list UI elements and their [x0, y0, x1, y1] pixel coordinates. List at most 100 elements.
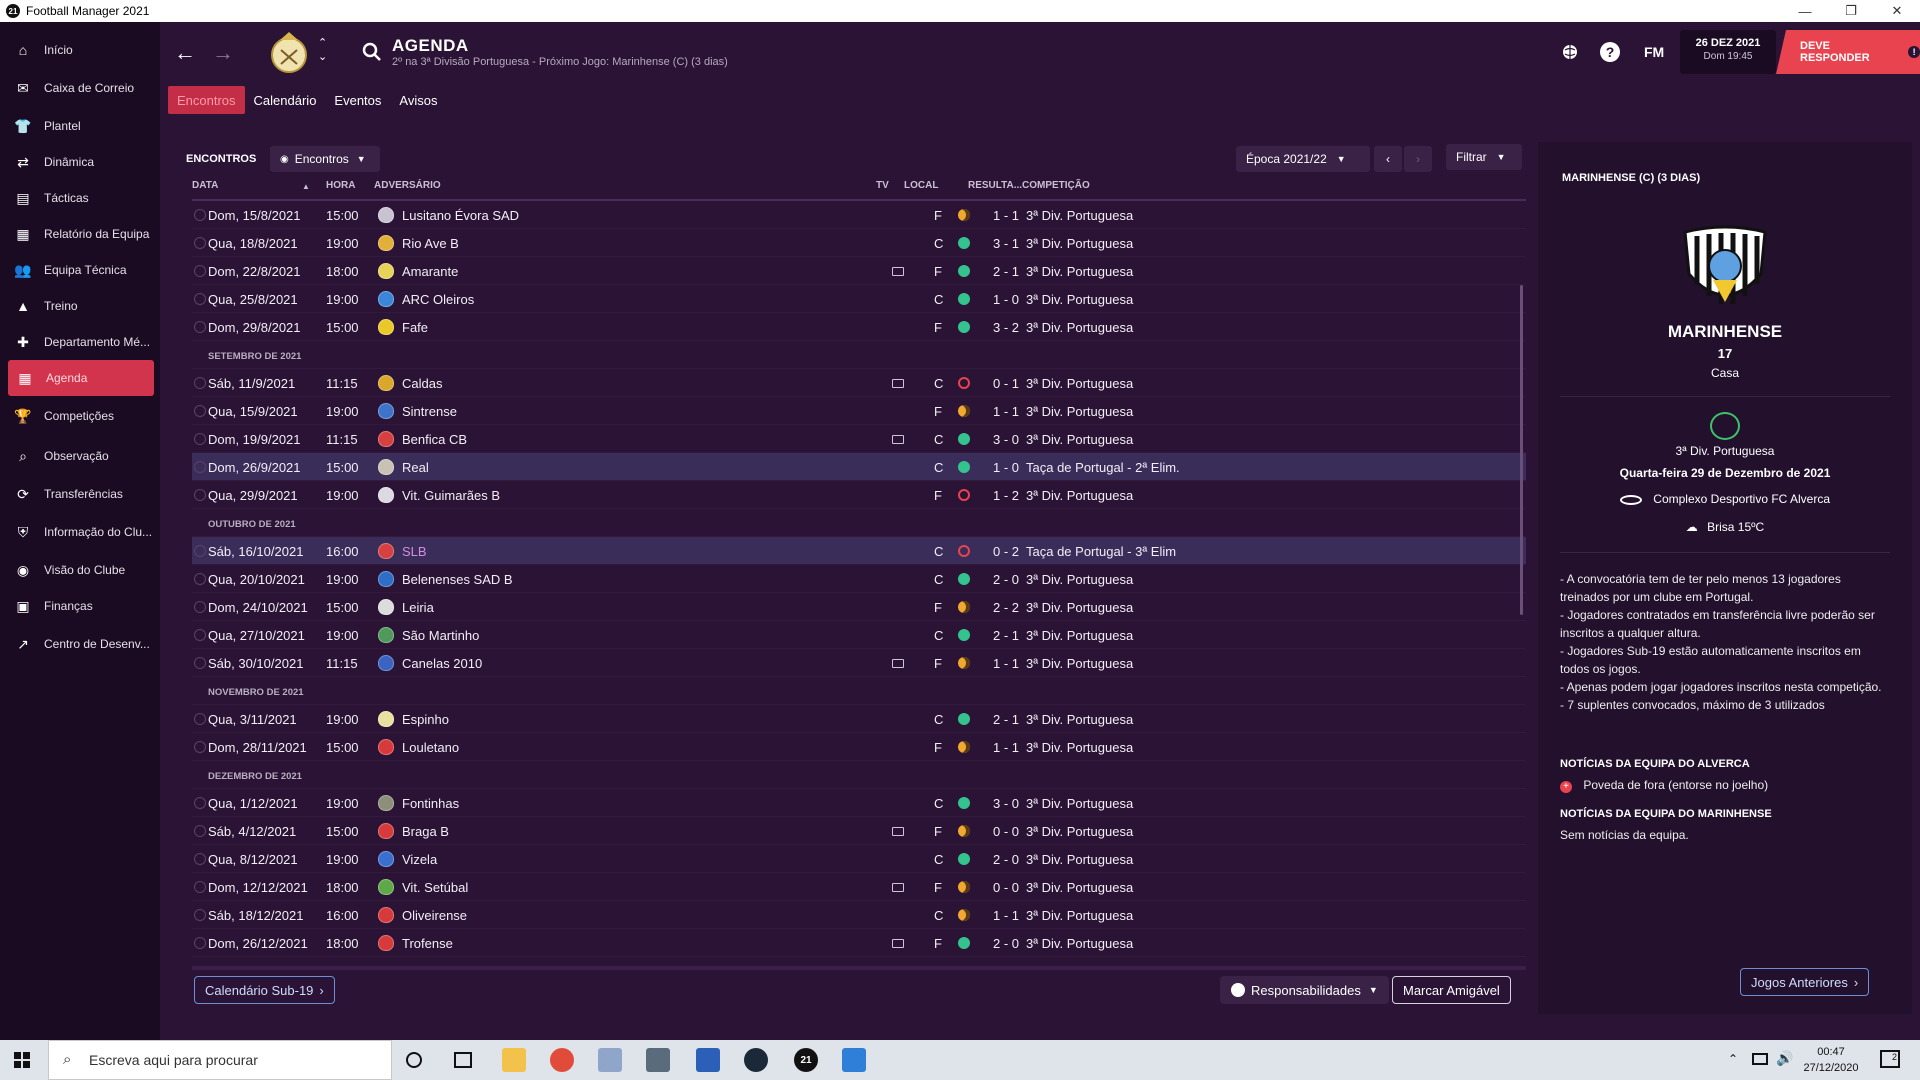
col-time[interactable]: HORA: [326, 180, 355, 191]
table-row[interactable]: Qua, 25/8/2021 19:00 ARC Oleiros C 1 - 0 3ª D…: [192, 285, 1526, 313]
network-icon[interactable]: [1752, 1053, 1768, 1065]
task-view-icon[interactable]: [454, 1052, 472, 1068]
row-select-icon[interactable]: [194, 237, 206, 249]
row-select-icon[interactable]: [194, 461, 206, 473]
row-select-icon[interactable]: [194, 601, 206, 613]
table-row[interactable]: Dom, 28/11/2021 15:00 Louletano F 1 - 1 3ª Di…: [192, 733, 1526, 761]
table-row[interactable]: Qua, 18/8/2021 19:00 Rio Ave B C 3 - 1 3ª Div…: [192, 229, 1526, 257]
club-crest-icon[interactable]: [270, 30, 308, 76]
row-select-icon[interactable]: [194, 489, 206, 501]
search-icon[interactable]: [362, 42, 382, 62]
row-select-icon[interactable]: [194, 881, 206, 893]
opponent-cell[interactable]: Leiria: [378, 593, 434, 621]
opponent-cell[interactable]: Amarante: [378, 257, 458, 285]
opponent-cell[interactable]: São Martinho: [378, 621, 479, 649]
cortana-icon[interactable]: [406, 1052, 422, 1068]
row-select-icon[interactable]: [194, 937, 206, 949]
maximize-button[interactable]: ❐: [1828, 0, 1874, 22]
opponent-cell[interactable]: Belenenses SAD B: [378, 565, 513, 593]
opponent-cell[interactable]: Vit. Setúbal: [378, 873, 468, 901]
view-dropdown[interactable]: ◉ Encontros ▼: [270, 146, 380, 172]
row-select-icon[interactable]: [194, 545, 206, 557]
table-row[interactable]: Qua, 3/11/2021 19:00 Espinho C 2 - 1 3ª Div. …: [192, 705, 1526, 733]
football-manager-icon[interactable]: 21: [794, 1048, 818, 1072]
opponent-cell[interactable]: Vit. Guimarães B: [378, 481, 500, 509]
opponent-cell[interactable]: Fontinhas: [378, 789, 459, 817]
table-row[interactable]: Sáb, 18/12/2021 16:00 Oliveirense C 1 - 1 3ª …: [192, 901, 1526, 929]
forward-button[interactable]: →: [212, 40, 234, 66]
sidebar-item-4[interactable]: ▤ Tácticas: [0, 180, 160, 216]
sidebar-item-14[interactable]: ◉ Visão do Clube: [0, 552, 160, 588]
row-select-icon[interactable]: [194, 321, 206, 333]
table-row[interactable]: Dom, 15/8/2021 15:00 Lusitano Évora SAD F 1 …: [192, 201, 1526, 229]
u19-calendar-button[interactable]: Calendário Sub-19 ›: [194, 976, 335, 1004]
opponent-cell[interactable]: ARC Oleiros: [378, 285, 474, 313]
club-switch-icon[interactable]: ⌃ ⌄: [318, 36, 327, 64]
opponent-cell[interactable]: Fafe: [378, 313, 428, 341]
row-select-icon[interactable]: [194, 433, 206, 445]
file-explorer-icon[interactable]: [502, 1048, 526, 1072]
row-select-icon[interactable]: [194, 853, 206, 865]
opponent-cell[interactable]: Sintrense: [378, 397, 457, 425]
opponent-cell[interactable]: Vizela: [378, 845, 437, 873]
sidebar-item-2[interactable]: 👕 Plantel: [0, 108, 160, 144]
table-row[interactable]: Qua, 15/9/2021 19:00 Sintrense F 1 - 1 3ª Div…: [192, 397, 1526, 425]
table-row[interactable]: Dom, 22/8/2021 18:00 Amarante F 2 - 1 3ª Div.…: [192, 257, 1526, 285]
table-row[interactable]: Dom, 26/12/2021 18:00 Trofense F 2 - 0 3ª Div…: [192, 929, 1526, 957]
sidebar-item-7[interactable]: ▲ Treino: [0, 288, 160, 324]
table-row[interactable]: Qua, 29/9/2021 19:00 Vit. Guimarães B F 1 - …: [192, 481, 1526, 509]
table-row[interactable]: Dom, 12/12/2021 18:00 Vit. Setúbal F 0 - 0 3ª…: [192, 873, 1526, 901]
calculator-icon[interactable]: [646, 1048, 670, 1072]
scrollbar[interactable]: [1520, 285, 1523, 615]
row-select-icon[interactable]: [194, 377, 206, 389]
table-row[interactable]: Sáb, 4/12/2021 15:00 Braga B F 0 - 0 3ª Div. …: [192, 817, 1526, 845]
opponent-cell[interactable]: Caldas: [378, 369, 442, 397]
row-select-icon[interactable]: [194, 909, 206, 921]
table-row[interactable]: Dom, 26/9/2021 15:00 Real C 1 - 0 Taça de Por…: [192, 453, 1526, 481]
opponent-cell[interactable]: Rio Ave B: [378, 229, 459, 257]
table-row[interactable]: Qua, 1/12/2021 19:00 Fontinhas C 3 - 0 3ª Div…: [192, 789, 1526, 817]
table-row[interactable]: Dom, 29/8/2021 15:00 Fafe F 3 - 2 3ª Div. Por…: [192, 313, 1526, 341]
opponent-cell[interactable]: Benfica CB: [378, 425, 467, 453]
sidebar-item-16[interactable]: ↗ Centro de Desenv...: [0, 624, 160, 664]
word-icon[interactable]: [696, 1048, 720, 1072]
opponent-cell[interactable]: Real: [378, 453, 429, 481]
row-select-icon[interactable]: [194, 741, 206, 753]
row-select-icon[interactable]: [194, 713, 206, 725]
sidebar-item-9[interactable]: ▦ Agenda: [8, 360, 154, 396]
schedule-friendly-button[interactable]: Marcar Amigável: [1392, 976, 1511, 1004]
opponent-cell[interactable]: Canelas 2010: [378, 649, 482, 677]
photos-icon[interactable]: [842, 1048, 866, 1072]
sidebar-item-13[interactable]: ⛨ Informação do Clu...: [0, 512, 160, 552]
taskbar-search-input[interactable]: ⌕ Escreva aqui para procurar: [48, 1040, 392, 1080]
row-select-icon[interactable]: [194, 629, 206, 641]
row-select-icon[interactable]: [194, 265, 206, 277]
sidebar-item-8[interactable]: ✚ Departamento Mé...: [0, 324, 160, 360]
opponent-cell[interactable]: Espinho: [378, 705, 449, 733]
sidebar-item-11[interactable]: ⌕ Observação: [0, 436, 160, 476]
globe-icon[interactable]: [1562, 44, 1578, 60]
sort-asc-icon[interactable]: ▲: [302, 182, 310, 191]
minimize-button[interactable]: —: [1782, 0, 1828, 22]
tab-eventos[interactable]: Eventos: [325, 86, 390, 114]
sidebar-item-3[interactable]: ⇄ Dinâmica: [0, 144, 160, 180]
tab-encontros[interactable]: Encontros: [168, 86, 245, 114]
responsibilities-button[interactable]: Responsabilidades ▼: [1220, 976, 1389, 1004]
sidebar-item-6[interactable]: 👥 Equipa Técnica: [0, 252, 160, 288]
row-select-icon[interactable]: [194, 293, 206, 305]
table-row[interactable]: Qua, 8/12/2021 19:00 Vizela C 2 - 0 3ª Div. P…: [192, 845, 1526, 873]
row-select-icon[interactable]: [194, 209, 206, 221]
next-season-button[interactable]: ›: [1404, 146, 1432, 172]
help-icon[interactable]: ?: [1600, 42, 1620, 62]
row-select-icon[interactable]: [194, 797, 206, 809]
sidebar-item-10[interactable]: 🏆 Competições: [0, 396, 160, 436]
col-date[interactable]: DATA: [192, 180, 218, 191]
sidebar-item-5[interactable]: ▦ Relatório da Equipa: [0, 216, 160, 252]
tab-avisos[interactable]: Avisos: [390, 86, 446, 114]
row-select-icon[interactable]: [194, 405, 206, 417]
taskbar-clock[interactable]: 00:47 27/12/2020: [1794, 1044, 1868, 1076]
volume-icon[interactable]: 🔊: [1776, 1050, 1793, 1067]
chrome-icon[interactable]: [550, 1048, 574, 1072]
steam-icon[interactable]: [744, 1048, 768, 1072]
prev-season-button[interactable]: ‹: [1374, 146, 1402, 172]
